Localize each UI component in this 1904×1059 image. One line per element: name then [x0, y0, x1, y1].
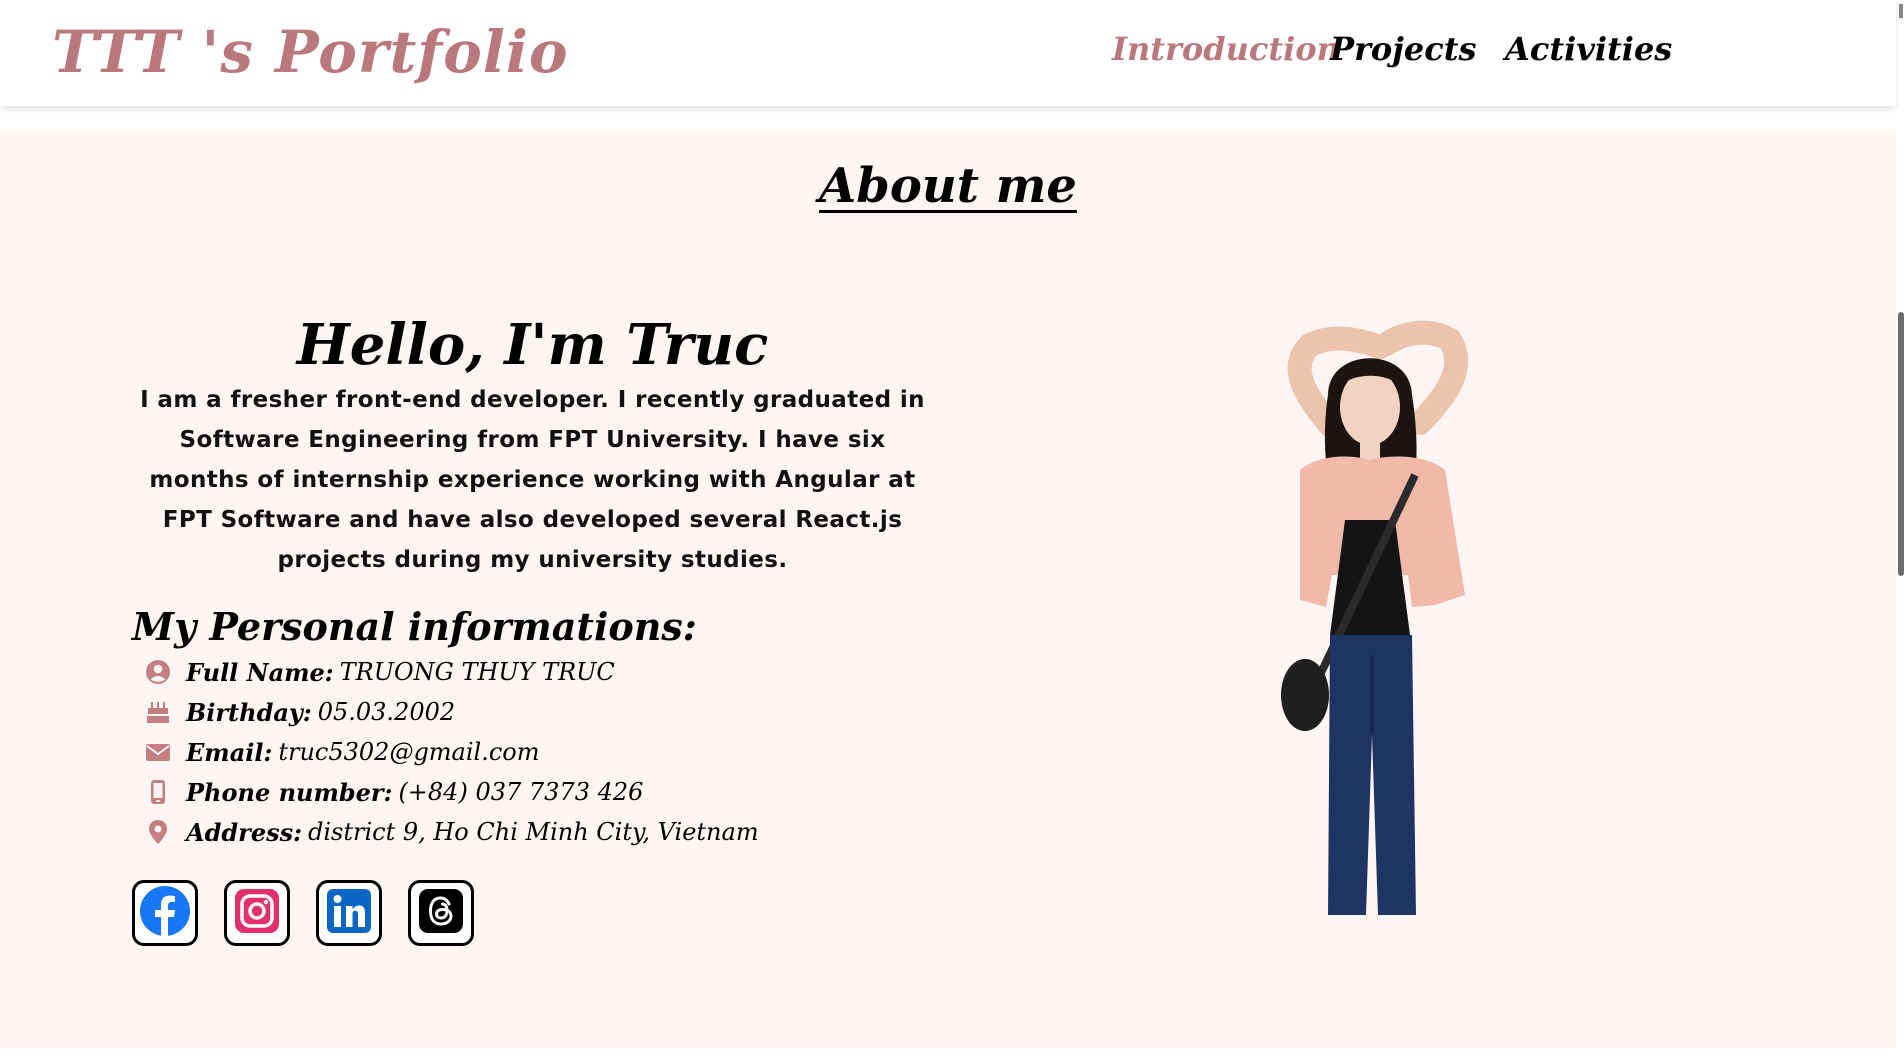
phone-label: Phone number: — [186, 777, 393, 807]
phone-value: (+84) 037 7373 426 — [398, 778, 644, 806]
scrollbar-up-arrow[interactable] — [1899, 4, 1903, 18]
greeting-heading: Hello, I'm Truc — [296, 312, 769, 378]
address-value: district 9, Ho Chi Minh City, Vietnam — [307, 818, 759, 846]
profile-photo — [1281, 320, 1469, 915]
info-row-phone: Phone number: (+84) 037 7373 426 — [144, 772, 759, 812]
personal-info-heading: My Personal informations: — [132, 604, 697, 649]
about-section: About me Hello, I'm Truc I am a fresher … — [0, 130, 1896, 1048]
threads-icon — [417, 887, 465, 939]
info-row-birthday: Birthday: 05.03.2002 — [144, 692, 759, 732]
mobile-phone-icon — [144, 778, 172, 806]
nav-activities[interactable]: Activities — [1505, 30, 1672, 68]
info-row-address: Address: district 9, Ho Chi Minh City, V… — [144, 812, 759, 852]
section-title: About me — [819, 158, 1077, 214]
instagram-icon — [233, 887, 281, 939]
address-label: Address: — [186, 817, 302, 847]
nav-introduction[interactable]: Introduction — [1112, 30, 1340, 68]
email-label: Email: — [186, 737, 273, 767]
map-pin-icon — [144, 818, 172, 846]
personal-info-list: Full Name: TRUONG THUY TRUC Birthday: 05… — [144, 652, 759, 852]
info-row-email: Email: truc5302@gmail.com — [144, 732, 759, 772]
instagram-link[interactable] — [224, 880, 290, 946]
birthday-label: Birthday: — [186, 697, 312, 727]
full-name-value: TRUONG THUY TRUC — [339, 658, 615, 686]
envelope-icon — [144, 738, 172, 766]
threads-link[interactable] — [408, 880, 474, 946]
user-circle-icon — [144, 658, 172, 686]
email-value[interactable]: truc5302@gmail.com — [278, 738, 539, 766]
scrollbar-thumb[interactable] — [1898, 312, 1904, 576]
bio-paragraph: I am a fresher front-end developer. I re… — [140, 387, 925, 573]
birthday-cake-icon — [144, 698, 172, 726]
top-navbar: TTT 's Portfolio Introduction Projects A… — [0, 0, 1896, 106]
linkedin-link[interactable] — [316, 880, 382, 946]
site-logo[interactable]: TTT 's Portfolio — [52, 18, 569, 86]
linkedin-icon — [325, 887, 373, 939]
social-links — [132, 880, 474, 946]
nav-projects[interactable]: Projects — [1330, 30, 1476, 68]
full-name-label: Full Name: — [186, 657, 334, 687]
birthday-value: 05.03.2002 — [317, 698, 456, 726]
facebook-icon — [139, 885, 191, 941]
info-row-full-name: Full Name: TRUONG THUY TRUC — [144, 652, 759, 692]
facebook-link[interactable] — [132, 880, 198, 946]
